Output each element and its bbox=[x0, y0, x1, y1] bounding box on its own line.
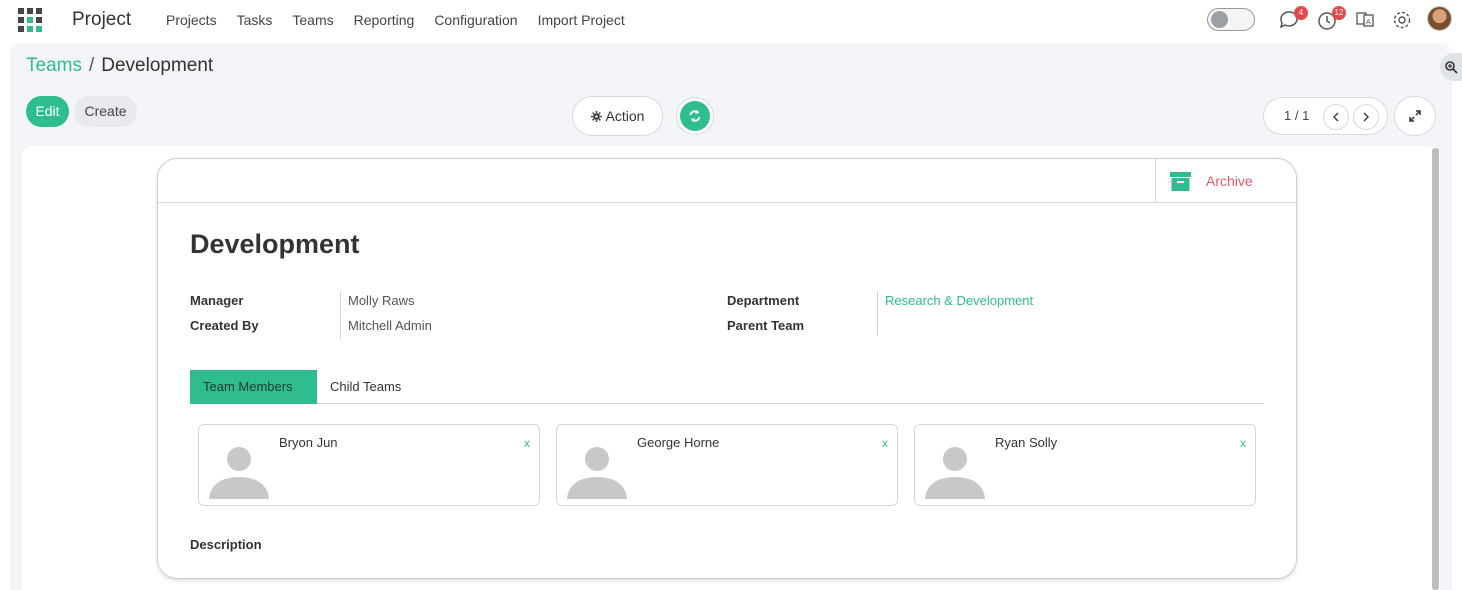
action-button-label: Action bbox=[605, 108, 645, 124]
gear-icon[interactable] bbox=[1391, 9, 1413, 31]
menu-item-import-project[interactable]: Import Project bbox=[538, 12, 625, 28]
archive-label: Archive bbox=[1206, 173, 1253, 189]
department-label: Department bbox=[727, 293, 800, 308]
messages-badge: 4 bbox=[1294, 6, 1308, 20]
breadcrumb: Teams / Development bbox=[26, 55, 213, 77]
expand-button[interactable] bbox=[1394, 96, 1436, 136]
menu-item-teams[interactable]: Teams bbox=[292, 12, 333, 28]
menu-item-tasks[interactable]: Tasks bbox=[237, 12, 273, 28]
pager-value[interactable]: 1 / 1 bbox=[1284, 108, 1309, 123]
remove-member-button[interactable]: x bbox=[524, 436, 530, 450]
archive-button[interactable]: Archive bbox=[1155, 159, 1296, 203]
remove-member-button[interactable]: x bbox=[882, 436, 888, 450]
action-button[interactable]: Action bbox=[572, 96, 663, 136]
manager-label: Manager bbox=[190, 293, 244, 308]
menu-item-projects[interactable]: Projects bbox=[166, 12, 217, 28]
member-name: Bryon Jun bbox=[279, 435, 338, 450]
app-title[interactable]: Project bbox=[72, 9, 131, 31]
chevron-right-icon bbox=[1363, 112, 1370, 122]
pager: 1 / 1 bbox=[1263, 97, 1388, 135]
menu-item-reporting[interactable]: Reporting bbox=[354, 12, 415, 28]
refresh-icon bbox=[680, 101, 710, 131]
remove-member-button[interactable]: x bbox=[1240, 436, 1246, 450]
field-divider bbox=[877, 291, 878, 335]
activities-badge: 12 bbox=[1332, 6, 1346, 20]
member-name: Ryan Solly bbox=[995, 435, 1058, 450]
avatar-placeholder-icon bbox=[209, 447, 269, 499]
archive-icon bbox=[1170, 171, 1191, 191]
svg-text:A: A bbox=[1366, 18, 1371, 26]
cog-icon bbox=[590, 110, 602, 122]
language-icon[interactable]: A bbox=[1355, 9, 1377, 31]
breadcrumb-separator: / bbox=[88, 55, 95, 76]
pager-previous-button[interactable] bbox=[1323, 104, 1349, 130]
main-menu: Projects Tasks Teams Reporting Configura… bbox=[166, 12, 625, 28]
breadcrumb-teams-link[interactable]: Teams bbox=[26, 55, 82, 76]
chevron-left-icon bbox=[1332, 112, 1339, 122]
field-divider bbox=[340, 291, 341, 339]
tab-child-teams[interactable]: Child Teams bbox=[317, 370, 414, 404]
theme-toggle[interactable] bbox=[1207, 8, 1255, 31]
tab-team-members[interactable]: Team Members bbox=[190, 370, 317, 404]
avatar-placeholder-icon bbox=[567, 447, 627, 499]
chat-icon[interactable]: 4 bbox=[1278, 6, 1308, 31]
button-box: Archive bbox=[158, 159, 1296, 203]
parent-team-label: Parent Team bbox=[727, 318, 805, 333]
clock-icon[interactable]: 12 bbox=[1316, 6, 1346, 31]
description-label: Description bbox=[190, 537, 262, 552]
created-by-value[interactable]: Mitchell Admin bbox=[348, 318, 432, 333]
notebook-tabs: Team Members Child Teams bbox=[190, 370, 1264, 404]
user-avatar[interactable] bbox=[1427, 6, 1452, 31]
record-title[interactable]: Development bbox=[190, 229, 360, 260]
pager-next-button[interactable] bbox=[1353, 104, 1379, 130]
member-card[interactable]: Ryan Solly x bbox=[914, 424, 1256, 506]
created-by-label: Created By bbox=[190, 318, 259, 333]
expand-icon bbox=[1409, 110, 1421, 122]
breadcrumb-current: Development bbox=[101, 55, 214, 76]
zoom-icon[interactable] bbox=[1440, 53, 1462, 81]
apps-grid-icon[interactable] bbox=[18, 8, 42, 32]
scrollbar[interactable] bbox=[1432, 148, 1439, 590]
member-card[interactable]: George Horne x bbox=[556, 424, 898, 506]
member-name: George Horne bbox=[637, 435, 720, 450]
manager-value[interactable]: Molly Raws bbox=[348, 293, 414, 308]
create-button[interactable]: Create bbox=[74, 96, 137, 127]
edit-button[interactable]: Edit bbox=[26, 96, 69, 127]
department-link[interactable]: Research & Development bbox=[885, 293, 1033, 308]
form-sheet: Archive Development Manager Created By M… bbox=[157, 158, 1297, 579]
refresh-button[interactable] bbox=[676, 97, 714, 135]
avatar-placeholder-icon bbox=[925, 447, 985, 499]
menu-item-configuration[interactable]: Configuration bbox=[434, 12, 517, 28]
member-card[interactable]: Bryon Jun x bbox=[198, 424, 540, 506]
top-navbar: Project Projects Tasks Teams Reporting C… bbox=[0, 0, 1462, 40]
